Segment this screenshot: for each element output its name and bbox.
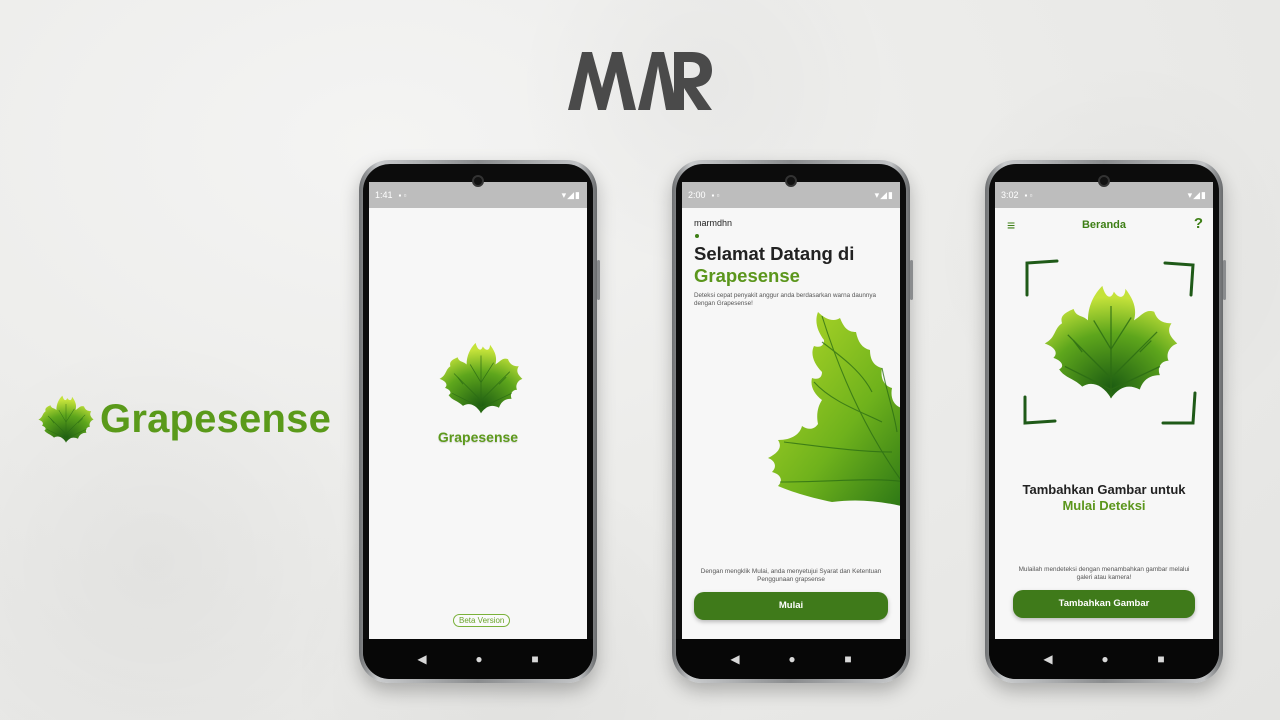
signal-battery-icons: ▾◢▮	[561, 189, 581, 200]
detection-hint: Mulailah mendeteksi dengan menambahkan g…	[1018, 566, 1190, 581]
brand-name: Grapesense	[100, 396, 332, 441]
back-icon[interactable]: ◀	[1043, 652, 1052, 666]
phone-home: 3:02 ▪ ▫ ▾◢▮ ≡ Beranda ? Tambahkan Gamba…	[985, 160, 1226, 683]
page-title: Beranda	[1081, 219, 1127, 231]
home-screen: 3:02 ▪ ▫ ▾◢▮ ≡ Beranda ? Tambahkan Gamba…	[995, 182, 1213, 639]
terms-text: Dengan mengklik Mulai, anda menyetujui S…	[700, 568, 882, 583]
brand-lockup: Grapesense	[36, 390, 331, 448]
android-navbar: ◀ ● ■	[363, 639, 593, 679]
recents-icon[interactable]: ■	[531, 652, 538, 666]
home-icon[interactable]: ●	[788, 652, 795, 666]
mar-logo	[568, 52, 712, 110]
signal-battery-icons: ▾◢▮	[874, 189, 894, 200]
volume-button	[597, 260, 600, 300]
volume-button	[1223, 260, 1226, 300]
home-icon[interactable]: ●	[1101, 652, 1108, 666]
online-dot	[695, 234, 699, 238]
front-camera	[1098, 175, 1110, 187]
welcome-screen: 2:00 ▪ ▫ ▾◢▮ marmdhn Selamat Datang di G…	[682, 182, 900, 639]
start-detection-heading: Mulai Deteksi	[1062, 498, 1146, 513]
help-icon[interactable]: ?	[1194, 215, 1203, 232]
welcome-app-name: Grapesense	[694, 265, 800, 286]
splash-title: Grapesense	[437, 429, 519, 445]
grape-leaf-icon	[436, 337, 526, 419]
add-image-button[interactable]: Tambahkan Gambar	[1013, 590, 1195, 618]
status-time: 1:41	[375, 190, 393, 200]
large-leaf-illustration	[768, 312, 900, 506]
volume-button	[910, 260, 913, 300]
front-camera	[472, 175, 484, 187]
start-button[interactable]: Mulai	[694, 592, 888, 620]
notification-icon: ▪ ▫	[398, 190, 407, 200]
signal-battery-icons: ▾◢▮	[1187, 189, 1207, 200]
notification-icon: ▪ ▫	[711, 190, 720, 200]
notification-icon: ▪ ▫	[1024, 190, 1033, 200]
status-time: 3:02	[1001, 190, 1019, 200]
android-navbar: ◀ ● ■	[989, 639, 1219, 679]
grape-leaf-icon	[1039, 277, 1183, 407]
back-icon[interactable]: ◀	[417, 652, 426, 666]
recents-icon[interactable]: ■	[1157, 652, 1164, 666]
beta-version-badge: Beta Version	[453, 614, 511, 627]
recents-icon[interactable]: ■	[844, 652, 851, 666]
splash-screen: 1:41 ▪ ▫ ▾◢▮ Grapesense Beta Version	[369, 182, 587, 639]
grape-leaf-icon	[36, 390, 96, 448]
welcome-heading: Selamat Datang di	[694, 243, 855, 264]
phone-welcome: 2:00 ▪ ▫ ▾◢▮ marmdhn Selamat Datang di G…	[672, 160, 913, 683]
username: marmdhn	[694, 218, 733, 228]
android-navbar: ◀ ● ■	[676, 639, 906, 679]
front-camera	[785, 175, 797, 187]
home-icon[interactable]: ●	[475, 652, 482, 666]
status-time: 2:00	[688, 190, 706, 200]
add-image-heading: Tambahkan Gambar untuk	[1022, 482, 1186, 497]
back-icon[interactable]: ◀	[730, 652, 739, 666]
phone-splash: 1:41 ▪ ▫ ▾◢▮ Grapesense Beta Version ◀ ●…	[359, 160, 600, 683]
